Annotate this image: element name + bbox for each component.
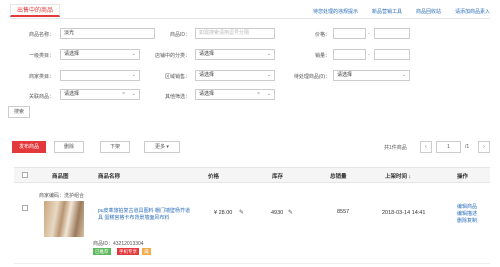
- chevron-down-icon: ⌄: [266, 91, 271, 97]
- product-name-label: 商品名称：: [28, 32, 54, 38]
- tab-on-sale[interactable]: 出售中的商品: [10, 4, 61, 17]
- col-price: 价格: [208, 174, 220, 180]
- product-id-input[interactable]: 如需搜索请用逗号分隔: [195, 28, 275, 39]
- sales-max-input[interactable]: [374, 49, 410, 60]
- pending-select[interactable]: 请选择 ⌄: [333, 70, 410, 81]
- shop-category-label: 店铺中的分类：: [154, 53, 190, 59]
- product-stock: 4930: [271, 210, 284, 216]
- top-link-violations[interactable]: 待您处理的违规提示: [313, 8, 358, 15]
- col-name: 商品名称: [98, 174, 121, 180]
- op-edit-product[interactable]: 编辑商品: [457, 204, 477, 211]
- pagination-total: 共1件商品: [384, 145, 407, 151]
- category-label: 一级类目：: [28, 53, 54, 59]
- region-label: 区域销售：: [164, 74, 190, 80]
- other-filter-select[interactable]: 请选择 × ⌄: [195, 89, 275, 100]
- op-delete-copy[interactable]: 删除复制: [457, 218, 477, 225]
- col-listed-time[interactable]: 上架时间 ↓: [385, 172, 411, 180]
- select-all-checkbox[interactable]: [22, 172, 28, 178]
- op-edit-description[interactable]: 编辑描述: [457, 211, 477, 218]
- delist-button[interactable]: 下架: [100, 141, 130, 153]
- chevron-down-icon: ⌄: [131, 72, 136, 78]
- clear-icon[interactable]: ×: [257, 90, 260, 99]
- edit-stock-icon[interactable]: ✎: [288, 209, 293, 216]
- top-link-add-product[interactable]: 请添加商品素入: [455, 8, 490, 15]
- region-select-value: 请选择: [199, 72, 215, 78]
- delete-button[interactable]: 删除: [54, 141, 84, 153]
- product-price: ¥ 28.00: [214, 210, 233, 216]
- more-button[interactable]: 更多 ▾: [144, 141, 180, 153]
- publish-button[interactable]: 发布商品: [12, 141, 46, 153]
- chevron-down-icon: ⌄: [266, 51, 271, 57]
- pending-label: 待处理商品(0)：: [293, 74, 330, 80]
- edit-price-icon[interactable]: ✎: [239, 209, 244, 216]
- col-image: 商品图: [52, 174, 69, 180]
- col-actions: 操作: [457, 174, 469, 180]
- col-sales[interactable]: 总销量: [330, 172, 347, 180]
- listed-time: 2018-03-14 14:41: [382, 210, 426, 216]
- price-min-input[interactable]: [333, 28, 366, 39]
- product-sales: 8557: [337, 209, 350, 215]
- tab-divider: [10, 18, 490, 19]
- other-filter-label: 其他筛选：: [164, 94, 190, 100]
- sales-range-dash: -: [368, 52, 370, 58]
- other-filter-select-value: 请选择: [199, 91, 215, 97]
- chevron-down-icon: ⌄: [401, 72, 406, 78]
- page-total: /1: [465, 144, 470, 150]
- col-stock: 库存: [272, 174, 284, 180]
- top-link-marketing-tool[interactable]: 新品营销工具: [372, 8, 402, 15]
- product-id-label: 商品ID：: [169, 32, 190, 38]
- chevron-down-icon: ⌄: [266, 72, 271, 78]
- product-thumbnail[interactable]: [44, 201, 84, 237]
- price-range-dash: -: [368, 31, 370, 37]
- page-input[interactable]: 1: [436, 141, 461, 153]
- related-select-value: 请选择: [64, 91, 80, 97]
- merchant-code: 商家编码：洗护组合: [39, 193, 85, 199]
- table-row: 商家编码：洗护组合 pu皮革旅拍复古道具图料 棚门墙壁杨芥道具 蛋糕宫格卡布背景…: [14, 184, 490, 264]
- chevron-down-icon: ⌄: [131, 91, 136, 97]
- row-checkbox[interactable]: [22, 205, 28, 211]
- price-max-input[interactable]: [374, 28, 410, 39]
- sales-label: 销量：: [314, 53, 330, 59]
- merchant-category-select[interactable]: ⌄: [60, 70, 140, 81]
- merchant-category-label: 商家类目：: [28, 74, 54, 80]
- top-links: 待您处理的违规提示 新品营销工具 商品回收站 请添加商品素入: [313, 8, 490, 15]
- product-name-input[interactable]: 淡光: [60, 28, 155, 39]
- category-select[interactable]: 请选择 ⌄: [60, 49, 140, 60]
- related-label: 关联商品：: [28, 94, 54, 100]
- clear-icon[interactable]: ×: [122, 90, 125, 99]
- chevron-down-icon: ⌄: [131, 51, 136, 57]
- shop-category-select[interactable]: 请选择 ⌄: [195, 49, 275, 60]
- tag-mobile-exclusive: 手机专享: [117, 248, 139, 255]
- category-select-value: 请选择: [64, 51, 80, 57]
- page-next-button[interactable]: ›: [478, 141, 490, 153]
- top-link-recycle-bin[interactable]: 商品回收站: [416, 8, 441, 15]
- price-label: 价格：: [314, 32, 330, 38]
- pending-select-value: 请选择: [337, 72, 353, 78]
- tag-recommended: 已推荐: [93, 248, 111, 255]
- page-prev-button[interactable]: ‹: [420, 141, 432, 153]
- sales-min-input[interactable]: [333, 49, 366, 60]
- product-id: 商品ID：43212013304: [93, 241, 144, 247]
- related-select[interactable]: 请选择 × ⌄: [60, 89, 140, 100]
- region-select[interactable]: 请选择 ⌄: [195, 70, 275, 81]
- shop-category-select-value: 请选择: [199, 51, 215, 57]
- product-title-link[interactable]: pu皮革旅拍复古道具图料 棚门墙壁杨芥道具 蛋糕宫格卡布背景墙面风布料: [98, 208, 193, 222]
- tag-full-reduction: 满: [142, 248, 151, 255]
- table-header: 商品图 商品名称 价格 库存 总销量 上架时间 ↓ 操作: [14, 167, 490, 183]
- search-button[interactable]: 搜索: [8, 106, 30, 118]
